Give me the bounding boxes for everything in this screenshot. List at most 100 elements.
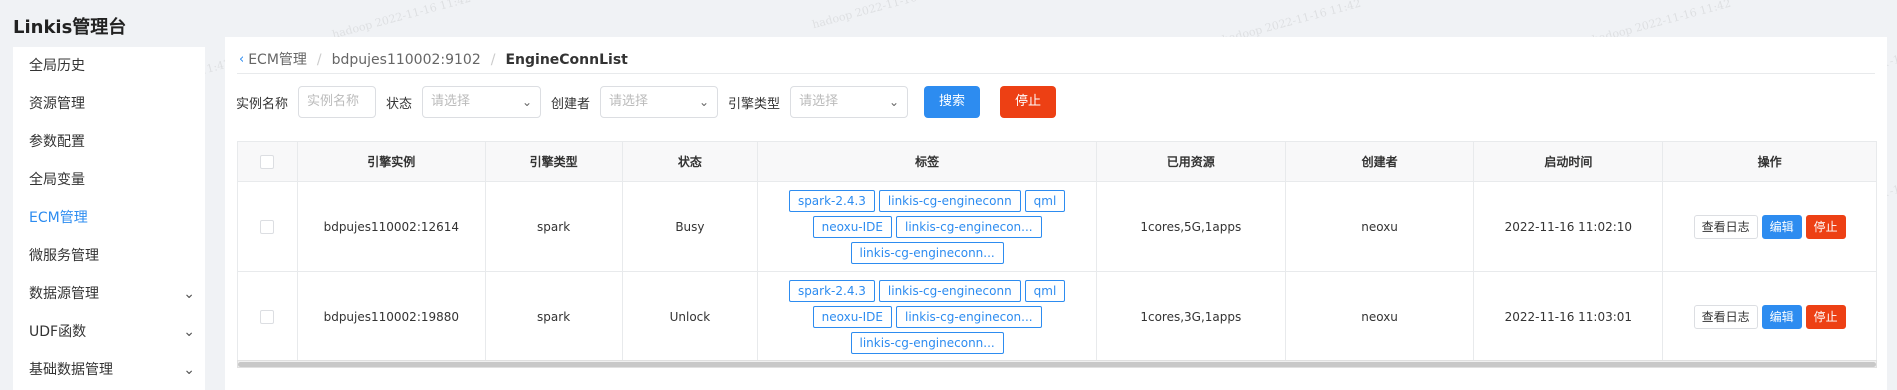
creator-select-placeholder: 请选择 [609,94,649,109]
creator-select[interactable]: 请选择 ⌄ [600,86,719,118]
tag: neoxu-IDE [812,305,892,328]
status-select-placeholder: 请选择 [431,94,471,109]
stop-engine-button[interactable]: 停止 [1805,214,1846,239]
sidebar-item-label: 参数配置 [29,134,85,150]
breadcrumb-separator: / [490,52,496,68]
row-actions: 查看日志 编辑 停止 [1693,214,1846,239]
chevron-left-icon[interactable]: ‹ [239,49,244,71]
status-cell: Unlock [623,272,759,361]
chevron-down-icon: ⌄ [889,95,900,109]
row-actions: 查看日志 编辑 停止 [1693,304,1846,329]
column-header: 操作 [1757,155,1782,169]
tag: linkis-cg-engineconn... [850,241,1004,264]
main-panel: ‹ ECM管理 / bdpujes110002:9102 / EngineCon… [225,37,1887,390]
engine-table: 引擎实例 引擎类型 状态 标签 已用资源 创建者 启动时间 操作 bdpujes… [237,141,1877,362]
creator-cell: neoxu [1286,182,1475,271]
edit-button[interactable]: 编辑 [1761,214,1802,239]
engine-type-select-placeholder: 请选择 [799,94,839,109]
tags-cell: spark-2.4.3 linkis-cg-engineconn qml neoxu-… [758,272,1097,361]
divider [237,73,1875,74]
sidebar-item[interactable]: 数据源管理 ⌄ [13,275,205,313]
edit-button[interactable]: 编辑 [1761,304,1802,329]
select-all-checkbox[interactable] [260,154,275,169]
chevron-down-icon: ⌄ [183,362,195,378]
creator-label: 创建者 [551,96,591,112]
status-cell: Busy [623,182,759,271]
row-select-cell [238,182,298,271]
tag: qml [1024,189,1066,212]
resources-cell: 1cores,3G,1apps [1097,272,1286,361]
app-title: Linkis管理台 [13,17,127,38]
scrollbar-thumb[interactable] [238,362,1876,367]
start-time-cell: 2022-11-16 11:02:10 [1474,182,1664,271]
tags-cell: spark-2.4.3 linkis-cg-engineconn qml neoxu-… [758,182,1097,271]
tag: spark-2.4.3 [788,189,875,212]
status-select[interactable]: 请选择 ⌄ [422,86,542,118]
row-select-cell [238,272,298,361]
start-time-cell: 2022-11-16 11:03:01 [1474,272,1664,361]
tag-list: spark-2.4.3 linkis-cg-engineconn qml neoxu-… [787,279,1067,354]
stop-button[interactable]: 停止 [1000,86,1057,118]
engine-instance-cell: bdpujes110002:19880 [298,272,486,361]
breadcrumb: ‹ ECM管理 / bdpujes110002:9102 / EngineCon… [239,49,628,71]
sidebar-item[interactable]: 全局历史 [13,47,205,85]
watermark: hadoop 2022-11-16 11:42 [810,0,953,32]
sidebar-item-label: 微服务管理 [29,248,99,264]
tag: linkis-cg-enginecon... [896,215,1042,238]
sidebar-item-label: 数据源管理 [29,286,99,302]
status-label: 状态 [386,96,413,112]
creator-cell: neoxu [1286,272,1475,361]
column-header: 引擎类型 [486,142,623,181]
column-header: 已用资源 [1097,142,1286,181]
column-header: 引擎实例 [298,142,486,181]
table-row: bdpujes110002:12614 spark Busy spark-2.4.3 l… [238,182,1876,272]
engine-type-label: 引擎类型 [728,96,781,112]
column-header: 创建者 [1286,142,1475,181]
column-header: 状态 [623,142,759,181]
engine-type-select[interactable]: 请选择 ⌄ [790,86,909,118]
chevron-down-icon: ⌄ [521,95,533,109]
tag: neoxu-IDE [812,215,892,238]
row-checkbox[interactable] [260,309,275,324]
sidebar-item-label: 基础数据管理 [29,362,113,378]
breadcrumb-separator: / [316,52,322,68]
sidebar-item[interactable]: 全局变量 [13,161,205,199]
sidebar-item[interactable]: UDF函数 ⌄ [13,313,205,351]
row-checkbox[interactable] [260,219,275,234]
table-header: 引擎实例 引擎类型 状态 标签 已用资源 创建者 启动时间 操作 [238,142,1876,182]
sidebar-item[interactable]: 资源管理 [13,85,205,123]
horizontal-scrollbar[interactable] [237,360,1877,368]
column-header: 标签 [758,142,1097,181]
tag-list: spark-2.4.3 linkis-cg-engineconn qml neoxu-… [787,189,1067,264]
sidebar-item-label: UDF函数 [29,324,87,340]
breadcrumb-item-ecm[interactable]: ECM管理 [248,49,307,71]
breadcrumb-item-current: EngineConnList [505,52,628,68]
chevron-down-icon: ⌄ [698,95,710,109]
column-header: 启动时间 [1474,142,1664,181]
tag: spark-2.4.3 [788,279,875,302]
sidebar-item-label: 全局历史 [29,58,85,74]
chevron-down-icon: ⌄ [183,324,195,340]
tag: qml [1024,279,1066,302]
view-log-button[interactable]: 查看日志 [1693,304,1758,329]
search-button[interactable]: 搜索 [924,86,981,118]
engine-instance-cell: bdpujes110002:12614 [298,182,486,271]
engine-type-cell: spark [486,272,623,361]
select-all-cell [238,142,298,181]
tag: linkis-cg-engineconn... [850,331,1004,354]
sidebar-item[interactable]: 参数配置 [13,123,205,161]
filter-bar: 实例名称 实例名称 状态 请选择 ⌄ 创建者 请选择 ⌄ 引擎类型 请选择 ⌄ … [236,86,1057,118]
engine-type-cell: spark [486,182,623,271]
view-log-button[interactable]: 查看日志 [1693,214,1758,239]
tag: linkis-cg-engineconn [878,279,1021,302]
instance-label: 实例名称 [236,96,289,112]
sidebar-item[interactable]: ECM管理 [13,199,205,237]
instance-name-input[interactable]: 实例名称 [298,86,377,118]
sidebar-item[interactable]: 微服务管理 [13,237,205,275]
sidebar: 全局历史 资源管理 参数配置 全局变量 ECM管理 微服务管理 数据源管理 ⌄ UDF函数 ⌄ 基础… [13,47,205,390]
watermark: hadoop 2022-11-16 11:42 [330,0,473,42]
chevron-down-icon: ⌄ [183,286,195,302]
breadcrumb-item-host[interactable]: bdpujes110002:9102 [332,49,481,71]
sidebar-item[interactable]: 基础数据管理 ⌄ [13,351,205,389]
stop-engine-button[interactable]: 停止 [1805,304,1846,329]
